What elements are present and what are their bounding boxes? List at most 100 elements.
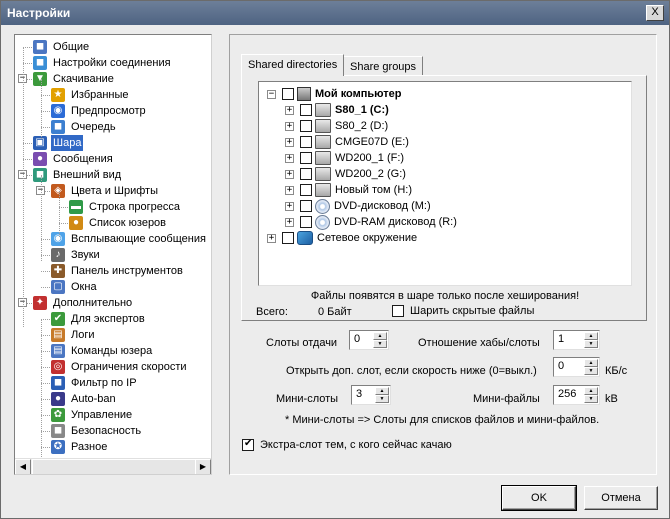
tree-item-usercommands[interactable]: ▤ Команды юзера <box>51 343 154 359</box>
tree-item-windows[interactable]: ▢ Окна <box>51 279 99 295</box>
tree-item-messages[interactable]: ● Сообщения <box>33 151 115 167</box>
tree-item-progressbar[interactable]: ▬ Строка прогресса <box>69 199 182 215</box>
share-checkbox[interactable] <box>300 168 312 180</box>
tree-item-label: Команды юзера <box>71 345 153 357</box>
tree-item-preview[interactable]: ◉ Предпросмотр <box>51 103 148 119</box>
tree-item-colors[interactable]: ◈ Цвета и Шрифты <box>51 183 160 199</box>
scroll-left-icon[interactable]: ◀ <box>15 459 31 474</box>
tree-item-general[interactable]: ◼ Общие <box>33 39 91 55</box>
directory-tree[interactable]: − Мой компьютер + S80_1 (C:) + S80_2 (D:) + CMG… <box>258 81 632 286</box>
dir-drive[interactable]: + S80_1 (C:) <box>285 102 389 118</box>
tree-item-userlist[interactable]: ● Список юзеров <box>69 215 168 231</box>
dir-drive[interactable]: + DVD-RAM дисковод (R:) <box>285 214 457 230</box>
upload-slots-spinner[interactable]: 0 ▲ ▼ <box>349 330 389 350</box>
tree-item-advanced[interactable]: ✦ Дополнительно <box>33 295 134 311</box>
spin-down-icon[interactable]: ▼ <box>373 340 387 348</box>
tree-item-appearance[interactable]: ◼ Внешний вид <box>33 167 123 183</box>
tree-item-connection[interactable]: ◼ Настройки соединения <box>33 55 173 71</box>
expand-icon[interactable]: + <box>285 201 294 211</box>
share-checkbox[interactable] <box>300 136 312 148</box>
tree-item-autoban[interactable]: ● Auto-ban <box>51 391 118 407</box>
spin-up-icon[interactable]: ▲ <box>373 332 387 340</box>
spin-down-icon[interactable]: ▼ <box>584 340 598 348</box>
share-hidden-option[interactable]: Шарить скрытые файлы <box>392 305 534 317</box>
tree-item-star[interactable]: ★ Избранные <box>51 87 131 103</box>
expand-icon[interactable]: + <box>285 153 294 163</box>
tree-item-download[interactable]: ▼ Скачивание <box>33 71 116 87</box>
expand-icon[interactable]: + <box>285 185 294 195</box>
tree-item-label: Очередь <box>71 121 116 133</box>
mini-slots-spinner[interactable]: 3 ▲ ▼ <box>351 385 391 405</box>
ok-button[interactable]: OK <box>501 485 577 511</box>
total-value: 0 Байт <box>318 306 352 318</box>
tree-item-label: Логи <box>71 329 95 341</box>
tree-item-experts[interactable]: ✔ Для экспертов <box>51 311 147 327</box>
tree-item-popup[interactable]: ◉ Всплывающие сообщения <box>51 231 208 247</box>
share-checkbox[interactable] <box>300 104 312 116</box>
shared-directories-page: − Мой компьютер + S80_1 (C:) + S80_2 (D:) + CMG… <box>241 75 647 321</box>
dir-drive[interactable]: + DVD-дисковод (M:) <box>285 198 431 214</box>
share-checkbox[interactable] <box>300 200 312 212</box>
dir-network[interactable]: + Сетевое окружение <box>267 230 417 246</box>
cancel-button[interactable]: Отмена <box>584 486 658 510</box>
tree-item-control[interactable]: ✿ Управление <box>51 407 134 423</box>
share-checkbox[interactable] <box>300 216 312 228</box>
share-checkbox[interactable] <box>282 88 294 100</box>
extra-slot-now-option[interactable]: Экстра-слот тем, с кого сейчас качаю <box>242 438 452 451</box>
tab-share-groups[interactable]: Share groups <box>343 56 424 76</box>
share-checkbox[interactable] <box>282 232 294 244</box>
spin-down-icon[interactable]: ▼ <box>584 395 598 403</box>
share-checkbox[interactable] <box>300 120 312 132</box>
dir-drive[interactable]: + Новый том (H:) <box>285 182 412 198</box>
spin-down-icon[interactable]: ▼ <box>584 367 598 375</box>
share-checkbox[interactable] <box>300 152 312 164</box>
tree-item-sounds[interactable]: ♪ Звуки <box>51 247 102 263</box>
share-hidden-label: Шарить скрытые файлы <box>410 305 535 317</box>
tree-item-misc[interactable]: ✪ Разное <box>51 439 109 455</box>
spin-up-icon[interactable]: ▲ <box>375 387 389 395</box>
directory-label: Мой компьютер <box>315 88 402 100</box>
tree-item-queue[interactable]: ◼ Очередь <box>51 119 118 135</box>
dir-drive[interactable]: + S80_2 (D:) <box>285 118 388 134</box>
settings-tree[interactable]: ◼ Общие ◼ Настройки соединения ▼ Скачивание − ★… <box>14 34 212 475</box>
tab-shared-directories[interactable]: Shared directories <box>241 54 345 76</box>
spin-down-icon[interactable]: ▼ <box>375 395 389 403</box>
share-checkbox[interactable] <box>300 184 312 196</box>
scroll-thumb[interactable] <box>32 459 198 474</box>
mini-files-spinner[interactable]: 256 ▲ ▼ <box>553 385 600 405</box>
expand-icon[interactable]: + <box>285 217 294 227</box>
tree-item-ipfilter[interactable]: ◼ Фильтр по IP <box>51 375 139 391</box>
spin-up-icon[interactable]: ▲ <box>584 359 598 367</box>
dir-my-computer[interactable]: − Мой компьютер <box>267 86 402 102</box>
tree-item-speedlimit[interactable]: ◎ Ограничения скорости <box>51 359 189 375</box>
hub-ratio-label: Отношение хабы/слоты <box>418 337 540 349</box>
dir-drive[interactable]: + CMGE07D (E:) <box>285 134 409 150</box>
tree-item-security[interactable]: ◼ Безопасность <box>51 423 143 439</box>
expand-icon[interactable]: + <box>285 105 294 115</box>
tree-connector <box>41 351 50 352</box>
expand-icon[interactable]: + <box>267 233 276 243</box>
tree-item-toolbar[interactable]: ✚ Панель инструментов <box>51 263 185 279</box>
dir-drive[interactable]: + WD200_1 (F:) <box>285 150 404 166</box>
hub-ratio-spinner[interactable]: 1 ▲ ▼ <box>553 330 600 350</box>
dir-drive[interactable]: + WD200_2 (G:) <box>285 166 406 182</box>
close-button[interactable]: X <box>646 5 664 21</box>
share-hidden-checkbox[interactable] <box>392 305 404 317</box>
extra-slot-spinner[interactable]: 0 ▲ ▼ <box>553 357 600 377</box>
network-icon <box>297 231 313 245</box>
tree-connector <box>41 447 50 448</box>
logs-icon: ▤ <box>51 328 65 342</box>
expand-icon[interactable]: + <box>285 121 294 131</box>
tree-item-logs[interactable]: ▤ Логи <box>51 327 97 343</box>
spin-up-icon[interactable]: ▲ <box>584 332 598 340</box>
tree-horizontal-scrollbar[interactable]: ◀ ▶ <box>15 458 211 474</box>
tree-connector <box>41 127 50 128</box>
scroll-right-icon[interactable]: ▶ <box>195 459 211 474</box>
collapse-icon[interactable]: − <box>267 89 276 99</box>
expand-icon[interactable]: + <box>285 137 294 147</box>
tree-connector <box>41 111 50 112</box>
extra-slot-now-checkbox[interactable] <box>242 438 254 451</box>
expand-icon[interactable]: + <box>285 169 294 179</box>
spin-up-icon[interactable]: ▲ <box>584 387 598 395</box>
hdd-icon <box>315 151 331 165</box>
